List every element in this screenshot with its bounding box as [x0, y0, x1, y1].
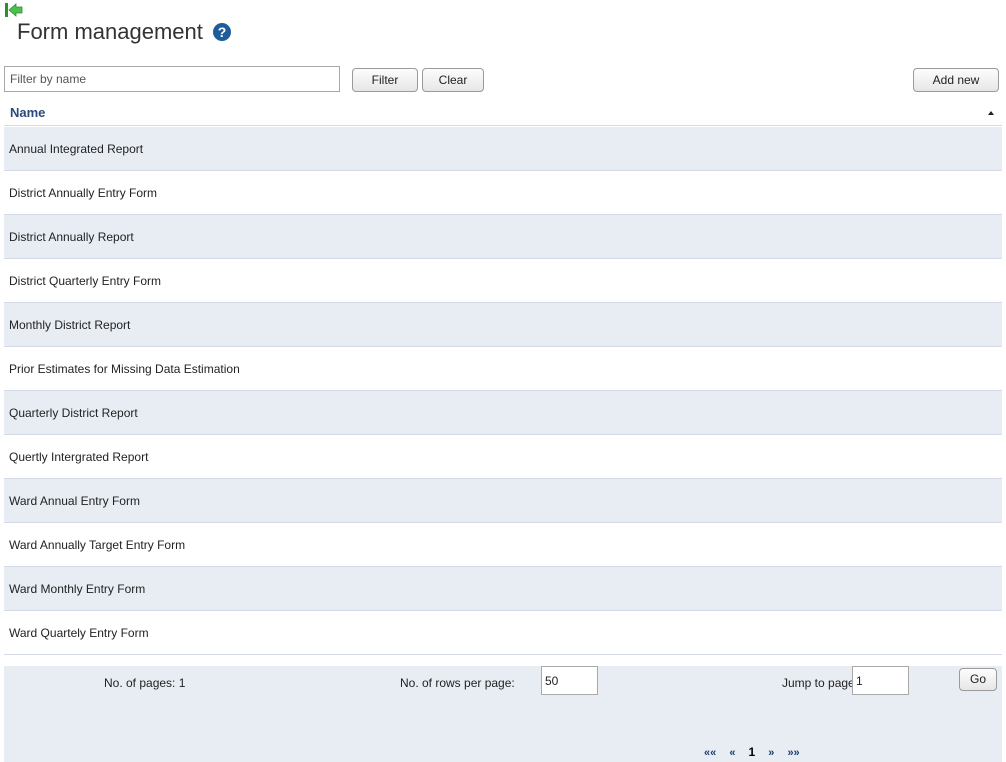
help-icon[interactable]: ? — [212, 23, 231, 41]
go-button[interactable]: Go — [959, 668, 997, 691]
jump-to-page-input[interactable] — [852, 666, 909, 695]
table-row[interactable]: Prior Estimates for Missing Data Estimat… — [4, 347, 1002, 391]
name-column-header[interactable]: Name — [10, 105, 45, 120]
table-row[interactable]: Annual Integrated Report — [4, 127, 1002, 171]
table-row[interactable]: Ward Quartely Entry Form — [4, 611, 1002, 655]
pagination-footer: No. of pages: 1 No. of rows per page: Ju… — [4, 666, 1002, 762]
row-name: Quertly Intergrated Report — [9, 449, 149, 464]
clear-button[interactable]: Clear — [422, 68, 484, 92]
sort-ascending-icon[interactable] — [988, 111, 994, 115]
table-row[interactable]: Quertly Intergrated Report — [4, 435, 1002, 479]
page-count-label: No. of pages: 1 — [104, 676, 186, 690]
row-name: Quarterly District Report — [9, 405, 138, 420]
filter-button[interactable]: Filter — [352, 68, 418, 92]
row-name: Ward Annually Target Entry Form — [9, 537, 186, 552]
table-row[interactable]: Quarterly District Report — [4, 391, 1002, 435]
row-name: Ward Monthly Entry Form — [9, 581, 146, 596]
row-name: Annual Integrated Report — [9, 141, 144, 156]
rows-per-page-input[interactable] — [541, 666, 598, 695]
table-row[interactable]: District Quarterly Entry Form — [4, 259, 1002, 303]
row-name: Ward Annual Entry Form — [9, 493, 140, 508]
add-new-button[interactable]: Add new — [913, 68, 999, 92]
table-row[interactable]: District Annually Report — [4, 215, 1002, 259]
previous-page-link[interactable]: « — [729, 747, 735, 759]
filter-toolbar: Filter Clear Add new — [4, 66, 1004, 96]
row-name: District Annually Entry Form — [9, 185, 158, 200]
next-page-link[interactable]: » — [768, 747, 774, 759]
filter-by-name-input[interactable] — [4, 66, 340, 92]
first-page-link[interactable]: «« — [704, 747, 716, 759]
row-name: Monthly District Report — [9, 317, 131, 332]
page-title-text: Form management — [17, 19, 203, 44]
pager: «« « 1 » »» — [704, 745, 810, 759]
row-name: District Quarterly Entry Form — [9, 273, 162, 288]
table-row[interactable]: Ward Monthly Entry Form — [4, 567, 1002, 611]
last-page-link[interactable]: »» — [787, 747, 799, 759]
current-page-number: 1 — [748, 745, 756, 759]
form-list: Annual Integrated Report District Annual… — [4, 127, 1002, 655]
table-row[interactable]: Ward Annually Target Entry Form — [4, 523, 1002, 567]
row-name: Ward Quartely Entry Form — [9, 625, 149, 640]
row-name: Prior Estimates for Missing Data Estimat… — [9, 361, 240, 376]
page-header: Form management ? — [4, 0, 1004, 60]
table-row[interactable]: Monthly District Report — [4, 303, 1002, 347]
table-header: Name — [4, 100, 1002, 126]
row-name: District Annually Report — [9, 229, 134, 244]
table-row[interactable]: District Annually Entry Form — [4, 171, 1002, 215]
table-row[interactable]: Ward Annual Entry Form — [4, 479, 1002, 523]
jump-to-page-label: Jump to page: — [782, 676, 859, 690]
rows-per-page-label: No. of rows per page: — [400, 676, 515, 690]
page-title: Form management ? — [17, 19, 231, 45]
